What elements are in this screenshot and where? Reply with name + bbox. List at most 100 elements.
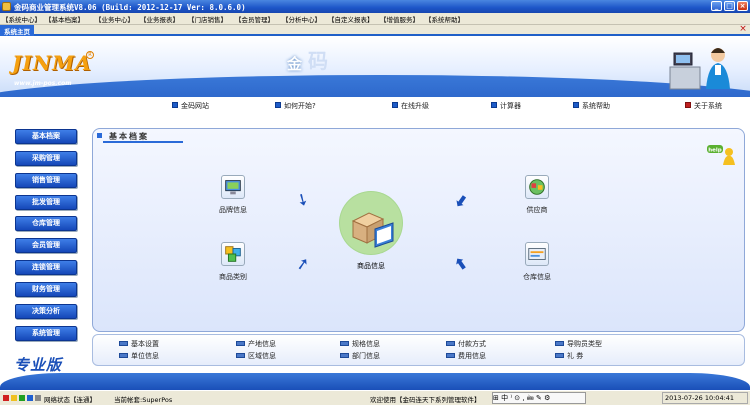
sidebar-item-decision-analysis[interactable]: 决策分析 [15, 304, 77, 319]
menu-store-sales[interactable]: 【门店销售】 [188, 14, 227, 24]
ime-toolbar[interactable]: ⊞ 中 ⁾ ⊙ , 🖮 ✎ ⚙ [492, 392, 586, 404]
banner-ma-char: 码 [308, 49, 328, 73]
question-icon [275, 102, 281, 108]
menu-system-help[interactable]: 【系统帮助】 [425, 14, 464, 24]
link-department-info[interactable]: 部门信息 [340, 351, 380, 361]
module-supplier-label: 供应商 [526, 206, 548, 214]
module-brand-label: 品牌信息 [219, 206, 247, 214]
module-warehouse[interactable]: 仓库信息 [512, 242, 562, 282]
link-unit-info[interactable]: 单位信息 [119, 351, 159, 361]
link-basic-settings[interactable]: 基本设置 [119, 339, 159, 349]
basic-settings-links: 基本设置 产地信息 规格信息 付款方式 导购员类型 单位信息 区域信息 部门信息… [92, 334, 745, 366]
header-banner: JINMA R www.jm-pos.com 金 码 [0, 37, 750, 97]
list-icon [236, 353, 245, 358]
sidebar-item-members[interactable]: 会员管理 [15, 238, 77, 253]
module-category[interactable]: 商品类别 [208, 242, 258, 282]
list-icon [119, 341, 128, 346]
link-spec-info[interactable]: 规格信息 [340, 339, 380, 349]
network-status: 网络状态【连通】 [44, 396, 96, 404]
status-blue-icon [27, 395, 33, 401]
network-icon [35, 395, 41, 401]
menu-analysis-center[interactable]: 【分析中心】 [282, 14, 321, 24]
window-title: 金码商业管理系统V8.06 (Build: 2012-12-17 Ver: 8.… [14, 3, 246, 12]
arrow-down-right-icon: ➘ [292, 187, 314, 212]
datetime: 2013-07-26 10:04:41 [665, 394, 735, 402]
bottom-wave [0, 373, 750, 390]
list-icon [340, 341, 349, 346]
title-bullet-icon [97, 133, 102, 138]
sidebar-item-wholesale[interactable]: 批发管理 [15, 195, 77, 210]
module-product-info[interactable]: 商品信息 [339, 191, 403, 271]
link-guide-type[interactable]: 导购员类型 [555, 339, 602, 349]
minimize-button[interactable]: _ [711, 1, 722, 11]
product-boxes-icon [339, 191, 403, 255]
quicklink-how-to-start[interactable]: 如何开始? [275, 101, 316, 111]
title-bar: 金码商业管理系统V8.06 (Build: 2012-12-17 Ver: 8.… [0, 0, 750, 13]
menu-business-reports[interactable]: 【业务报表】 [140, 14, 179, 24]
menu-basic-records[interactable]: 【基本档案】 [45, 14, 84, 24]
app-icon [2, 2, 11, 11]
list-icon [555, 353, 564, 358]
menu-value-added-services[interactable]: 【增值服务】 [380, 14, 419, 24]
title-underline [103, 141, 183, 143]
sidebar-item-chain[interactable]: 连锁管理 [15, 260, 77, 275]
cashier-illustration-icon [669, 48, 730, 90]
welcome-text: 欢迎使用【金码连天下系列管理软件】 [370, 396, 481, 404]
menu-system-center[interactable]: 【系统中心】 [2, 14, 41, 24]
quicklink-calculator[interactable]: 计算器 [491, 101, 521, 111]
link-payment-methods[interactable]: 付款方式 [446, 339, 486, 349]
status-yellow-icon [11, 395, 17, 401]
upgrade-icon [392, 102, 398, 108]
menu-custom-reports[interactable]: 【自定义报表】 [328, 14, 374, 24]
link-origin-info[interactable]: 产地信息 [236, 339, 276, 349]
status-red-icon [3, 395, 9, 401]
banner-jin-char: 金 [287, 55, 303, 73]
supplier-icon [525, 175, 549, 199]
menu-business-center[interactable]: 【业务中心】 [95, 14, 134, 24]
tab-home[interactable]: 系统主页 [0, 25, 34, 36]
brand-icon [221, 175, 245, 199]
sidebar-item-system[interactable]: 系统管理 [15, 326, 77, 341]
menu-bar: 【系统中心】 【基本档案】 【业务中心】 【业务报表】 【门店销售】 【会员管理… [0, 13, 750, 25]
list-icon [236, 341, 245, 346]
quicklink-about[interactable]: 关于系统 [685, 101, 722, 111]
module-product-label: 商品信息 [357, 262, 385, 270]
module-brand-info[interactable]: 品牌信息 [208, 175, 258, 215]
arrow-up-left-icon: ⬉ [453, 252, 470, 275]
link-expense-info[interactable]: 费用信息 [446, 351, 486, 361]
tab-close-icon[interactable]: × [738, 25, 748, 35]
quicklink-system-help[interactable]: 系统帮助 [573, 101, 610, 111]
category-cubes-icon [221, 242, 245, 266]
maximize-button[interactable]: □ [724, 1, 735, 11]
status-bar: 网络状态【连通】 当前帐套:SuperPos 欢迎使用【金码连天下系列管理软件】… [0, 390, 750, 405]
registered-mark: R [86, 51, 94, 59]
sidebar-item-basic-records[interactable]: 基本档案 [15, 129, 77, 144]
list-icon [555, 341, 564, 346]
info-icon [685, 102, 691, 108]
link-gift-voucher[interactable]: 礼 券 [555, 351, 583, 361]
sidebar-item-purchasing[interactable]: 采购管理 [15, 151, 77, 166]
quicklink-website[interactable]: 金码网站 [172, 101, 209, 111]
module-supplier[interactable]: 供应商 [512, 175, 562, 215]
menu-member-management[interactable]: 【会员管理】 [235, 14, 274, 24]
sidebar-item-warehouse[interactable]: 仓库管理 [15, 216, 77, 231]
svg-text:help: help [708, 148, 722, 154]
help-icon[interactable]: help [707, 143, 735, 165]
quicklink-online-upgrade[interactable]: 在线升级 [392, 101, 429, 111]
arrow-up-right-icon: ➚ [294, 252, 311, 275]
warehouse-icon [525, 242, 549, 266]
quick-links-bar: 金码网站 如何开始? 在线升级 计算器 系统帮助 关于系统 [0, 97, 750, 115]
sidebar-item-finance[interactable]: 财务管理 [15, 282, 77, 297]
help-book-icon [573, 102, 579, 108]
list-icon [340, 353, 349, 358]
current-account: 当前帐套:SuperPos [114, 396, 173, 404]
basic-records-panel: 基本档案 help 品牌信息 商品类别 供应商 仓库信息 商品信息 ➘ ➚ ⬋ … [92, 128, 745, 332]
website-url: www.jm-pos.com [14, 80, 72, 87]
close-button[interactable]: × [737, 1, 748, 11]
link-region-info[interactable]: 区域信息 [236, 351, 276, 361]
tab-bar: 系统主页 × [0, 25, 750, 36]
module-warehouse-label: 仓库信息 [523, 273, 551, 281]
banner-wave [0, 75, 750, 97]
globe-icon [172, 102, 178, 108]
sidebar-item-sales[interactable]: 销售管理 [15, 173, 77, 188]
